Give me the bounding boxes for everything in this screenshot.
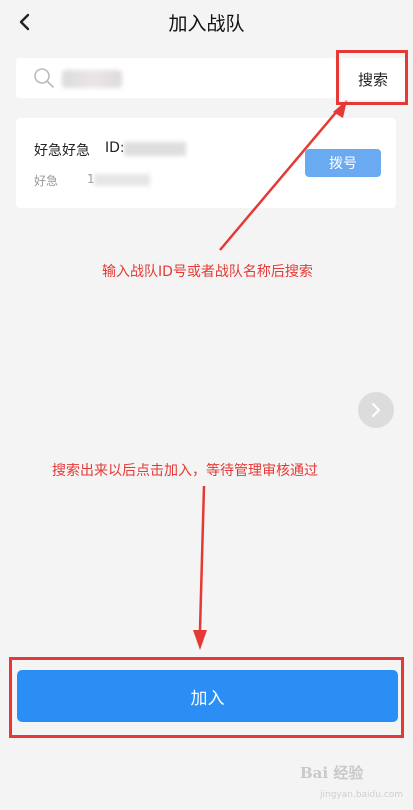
top-bar: 加入战队 — [0, 0, 413, 46]
blurred-team-id — [124, 142, 186, 156]
dial-button[interactable]: 拨号 — [305, 149, 381, 177]
arrow-to-join — [198, 485, 206, 631]
join-button[interactable]: 加入 — [17, 670, 398, 722]
chevron-right-icon — [372, 403, 380, 417]
watermark-logo: Bai 经验 — [300, 764, 364, 782]
team-result-card[interactable]: 好急好急 ID: 好急 1 拨号 — [16, 118, 396, 208]
blurred-search-text — [62, 70, 122, 88]
team-id-label: ID: — [105, 140, 125, 156]
arrow-head-join — [193, 630, 207, 650]
blurred-team-sub — [94, 174, 150, 186]
watermark-url: jingyan.baidu.com — [320, 790, 404, 800]
page-title: 加入战队 — [168, 13, 245, 35]
search-button[interactable]: 搜索 — [341, 58, 405, 100]
search-hint-annotation: 输入战队ID号或者战队名称后搜索 — [102, 264, 313, 280]
team-name: 好急好急 — [34, 143, 90, 159]
team-sub-label: 好急 — [34, 174, 59, 188]
join-hint-annotation: 搜索出来以后点击加入，等待管理审核通过 — [52, 463, 318, 479]
next-button[interactable] — [358, 392, 394, 428]
search-icon — [32, 66, 56, 90]
